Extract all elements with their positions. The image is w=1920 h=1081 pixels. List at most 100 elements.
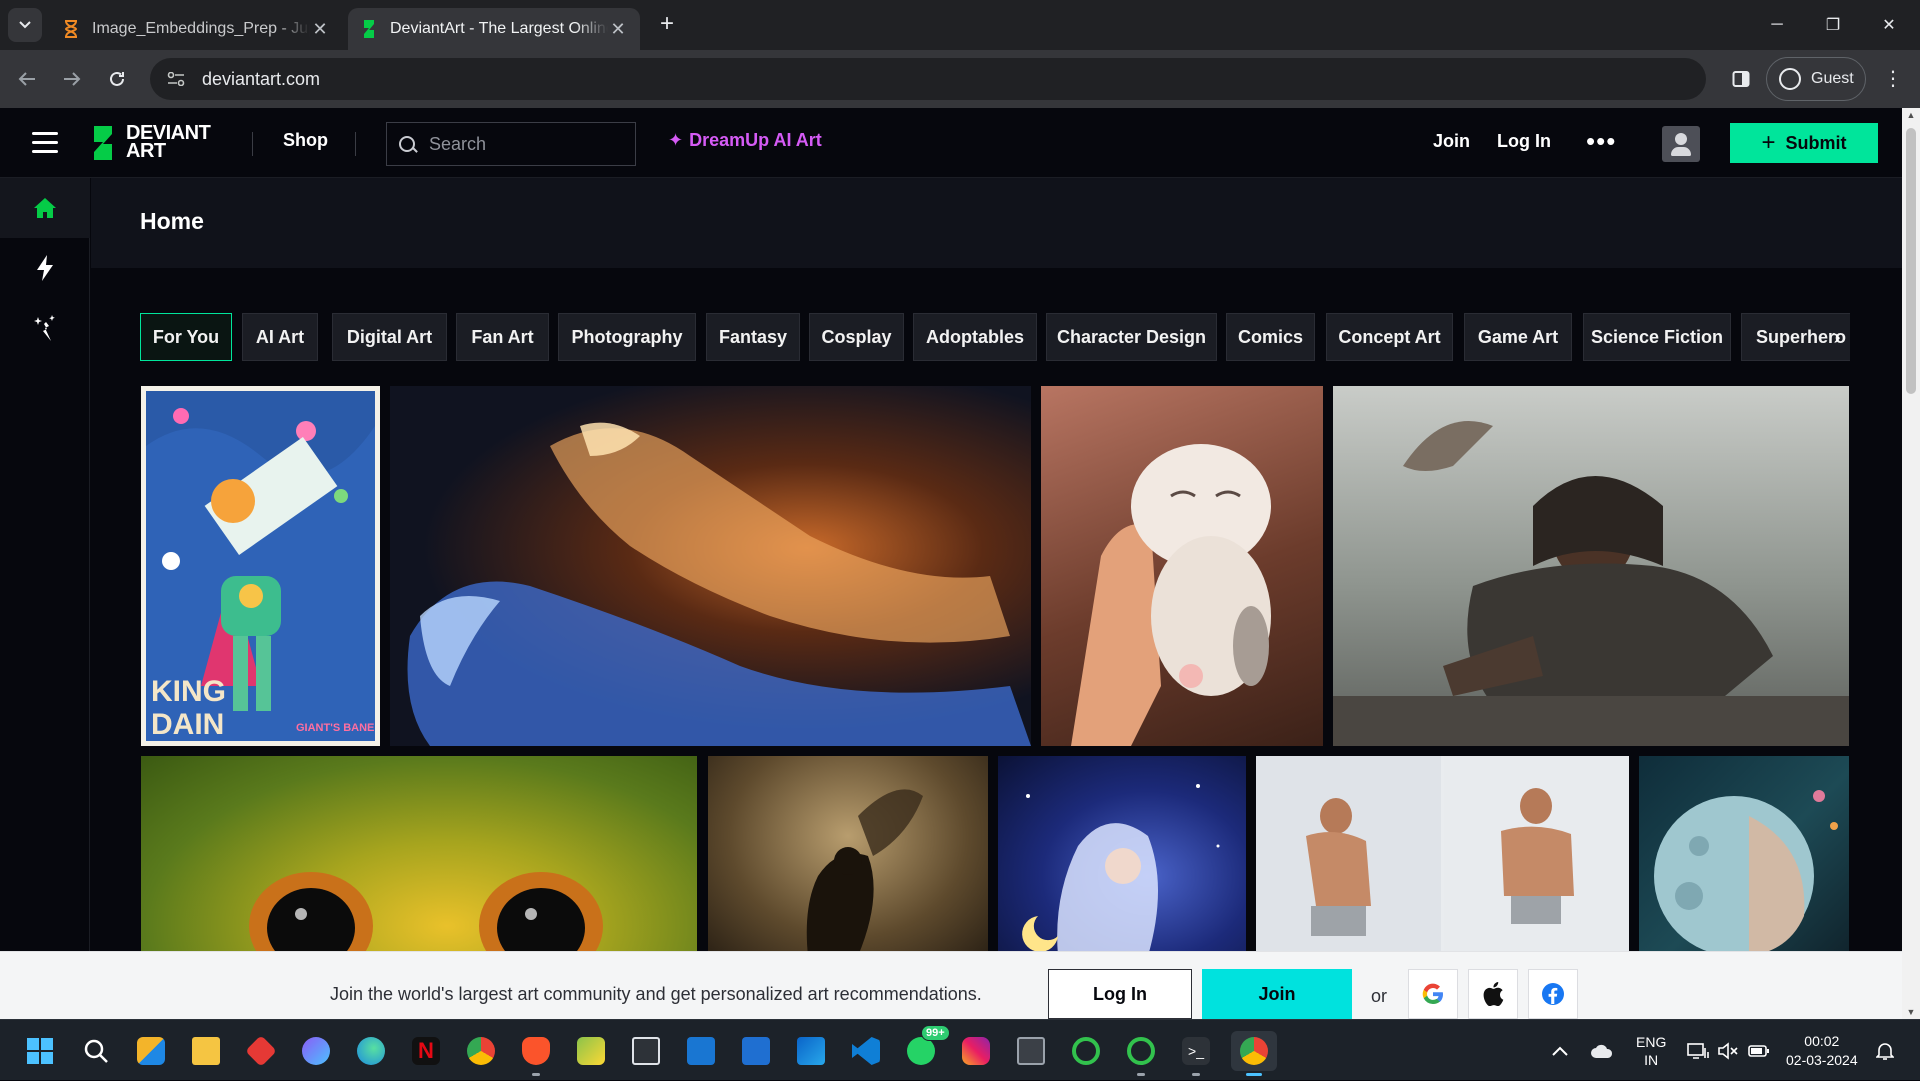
chip-science-fiction[interactable]: Science Fiction — [1583, 313, 1731, 361]
tab-search-button[interactable] — [8, 8, 42, 42]
taskbar-app[interactable] — [1011, 1031, 1051, 1071]
restore-button[interactable]: ❐ — [1810, 0, 1856, 50]
outlook-icon — [797, 1037, 825, 1065]
rail-dreamup[interactable] — [0, 298, 90, 358]
taskbar-app[interactable] — [626, 1031, 666, 1071]
dreamup-link[interactable]: ✦ DreamUp AI Art — [668, 130, 822, 151]
profile-button[interactable]: Guest — [1766, 57, 1866, 101]
taskbar-chrome[interactable] — [461, 1031, 501, 1071]
chip-game-art[interactable]: Game Art — [1464, 313, 1572, 361]
chip-cosplay[interactable]: Cosplay — [809, 313, 904, 361]
scroll-down-icon[interactable]: ▼ — [1902, 1007, 1920, 1017]
new-tab-button[interactable]: + — [652, 10, 682, 40]
side-panel-button[interactable] — [1724, 62, 1758, 96]
start-button[interactable] — [20, 1031, 60, 1071]
login-link[interactable]: Log In — [1497, 131, 1551, 152]
submit-button[interactable]: + Submit — [1730, 123, 1878, 163]
minimize-button[interactable]: ─ — [1754, 0, 1800, 50]
taskbar-widgets[interactable] — [131, 1031, 171, 1071]
artwork-warrior-woman[interactable] — [1333, 386, 1849, 746]
close-window-button[interactable]: ✕ — [1866, 0, 1912, 50]
chip-comics[interactable]: Comics — [1226, 313, 1315, 361]
volume-muted-icon[interactable] — [1717, 1020, 1739, 1081]
taskbar-app[interactable] — [296, 1031, 336, 1071]
reload-button[interactable] — [100, 62, 134, 96]
forward-button[interactable] — [55, 62, 89, 96]
browser-tab-jupyter[interactable]: Image_Embeddings_Prep - Jupy ✕ — [50, 8, 342, 50]
chip-adoptables[interactable]: Adoptables — [913, 313, 1037, 361]
taskbar-search[interactable] — [76, 1031, 116, 1071]
chip-for-you[interactable]: For You — [140, 313, 232, 361]
taskbar-app[interactable] — [241, 1031, 281, 1071]
menu-icon[interactable] — [32, 132, 58, 154]
taskbar-netflix[interactable]: N — [406, 1031, 446, 1071]
banner-login-button[interactable]: Log In — [1048, 969, 1192, 1019]
artwork-image — [1256, 756, 1629, 956]
apple-login-button[interactable] — [1468, 969, 1518, 1019]
page-scrollbar[interactable]: ▲ ▼ — [1902, 108, 1920, 1019]
taskbar-app[interactable] — [1121, 1031, 1161, 1076]
chevron-right-icon[interactable]: › — [1820, 320, 1854, 354]
artwork-king-dain[interactable]: KING DAIN GIANT'S BANE — [141, 386, 380, 746]
tray-overflow-icon[interactable] — [1552, 1020, 1568, 1081]
chip-photography[interactable]: Photography — [558, 313, 696, 361]
artwork-frog-closeup[interactable] — [141, 756, 697, 956]
join-link[interactable]: Join — [1433, 131, 1470, 152]
rail-activity[interactable] — [0, 238, 90, 298]
taskbar-vscode[interactable] — [846, 1031, 886, 1071]
taskbar-edge[interactable] — [351, 1031, 391, 1071]
google-login-button[interactable] — [1408, 969, 1458, 1019]
bell-icon[interactable] — [1876, 1020, 1894, 1081]
taskbar-chrome-active[interactable] — [1231, 1031, 1277, 1076]
artwork-moon-goddess[interactable] — [998, 756, 1246, 956]
chip-ai-art[interactable]: AI Art — [242, 313, 318, 361]
shop-link[interactable]: Shop — [283, 130, 328, 151]
address-bar[interactable]: deviantart.com — [150, 58, 1706, 100]
taskbar-file-explorer[interactable] — [186, 1031, 226, 1071]
artwork-kitten-in-hand[interactable] — [1041, 386, 1323, 746]
artwork-fairy-silhouette[interactable] — [708, 756, 988, 956]
lightning-icon — [37, 255, 53, 281]
more-options-icon[interactable]: ••• — [1586, 126, 1616, 157]
deviantart-logo[interactable]: DEVIANT ART — [92, 123, 222, 162]
chip-character-design[interactable]: Character Design — [1046, 313, 1217, 361]
taskbar-outlook[interactable] — [791, 1031, 831, 1071]
browser-tab-strip: Image_Embeddings_Prep - Jupy ✕ DeviantAr… — [0, 0, 1920, 50]
taskbar-prime-video[interactable] — [736, 1031, 776, 1071]
chip-fan-art[interactable]: Fan Art — [456, 313, 549, 361]
network-icon[interactable] — [1687, 1020, 1709, 1081]
taskbar-instagram[interactable] — [956, 1031, 996, 1071]
taskbar-app[interactable] — [681, 1031, 721, 1071]
artwork-pose-reference[interactable] — [1256, 756, 1629, 956]
tab-close-icon[interactable]: ✕ — [310, 19, 330, 40]
running-indicator — [1137, 1073, 1145, 1076]
search-input[interactable]: Search — [386, 122, 636, 166]
taskbar-app[interactable] — [571, 1031, 611, 1071]
artwork-moon-face[interactable] — [1639, 756, 1849, 956]
scroll-up-icon[interactable]: ▲ — [1902, 110, 1920, 120]
chip-concept-art[interactable]: Concept Art — [1326, 313, 1453, 361]
taskbar-whatsapp[interactable]: 99+ — [901, 1025, 950, 1071]
battery-icon[interactable] — [1748, 1020, 1770, 1081]
scrollbar-thumb[interactable] — [1906, 128, 1916, 394]
diamond-app-icon — [245, 1035, 277, 1067]
chip-digital-art[interactable]: Digital Art — [332, 313, 447, 361]
banner-join-button[interactable]: Join — [1202, 969, 1352, 1019]
chip-fantasy[interactable]: Fantasy — [706, 313, 800, 361]
artwork-fire-ice-wolf[interactable] — [390, 386, 1031, 746]
tab-close-icon[interactable]: ✕ — [608, 19, 628, 40]
language-indicator[interactable]: ENG IN — [1636, 1020, 1666, 1081]
taskbar-app[interactable] — [1066, 1031, 1106, 1071]
facebook-login-button[interactable] — [1528, 969, 1578, 1019]
back-button[interactable] — [10, 62, 44, 96]
browser-menu-icon[interactable]: ⋮ — [1878, 62, 1908, 96]
browser-tab-deviantart[interactable]: DeviantArt - The Largest Online ✕ — [348, 8, 640, 50]
taskbar-brave[interactable] — [516, 1031, 556, 1076]
onedrive-icon[interactable] — [1590, 1020, 1614, 1081]
site-settings-icon[interactable] — [164, 67, 188, 91]
taskbar-terminal[interactable]: >_ — [1176, 1031, 1216, 1076]
rail-home[interactable] — [0, 178, 90, 238]
artwork-image — [806, 789, 923, 956]
clock[interactable]: 00:02 02-03-2024 — [1786, 1020, 1858, 1081]
avatar[interactable] — [1662, 126, 1700, 162]
